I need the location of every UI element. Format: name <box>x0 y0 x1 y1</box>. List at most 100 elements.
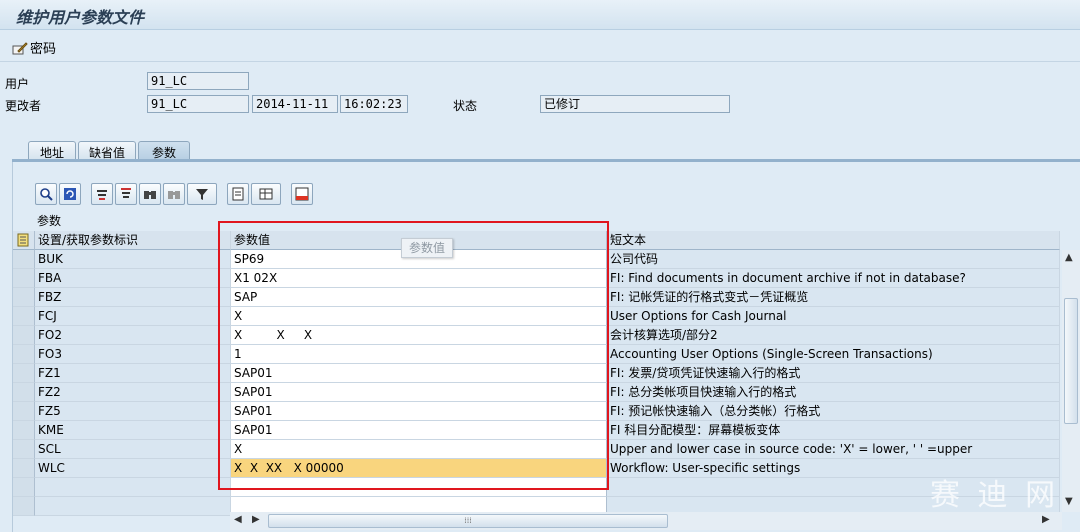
parameter-value-cell[interactable]: X X X <box>231 326 607 345</box>
row-selector[interactable] <box>13 459 35 478</box>
parameter-value-cell[interactable]: SAP01 <box>231 383 607 402</box>
table-row[interactable] <box>13 478 1060 497</box>
refresh-icon <box>64 188 76 200</box>
parameter-value-cell[interactable]: X1 02X <box>231 269 607 288</box>
horizontal-scroll-thumb[interactable]: ⁞⁞⁞ <box>268 514 668 528</box>
short-text-cell[interactable]: 会计核算选项/部分2 <box>607 326 1060 345</box>
user-field[interactable]: 91_LC <box>147 72 249 90</box>
row-selector[interactable] <box>13 497 35 516</box>
password-button[interactable]: 密码 <box>12 38 56 57</box>
select-all-icon <box>17 233 29 247</box>
find-button[interactable] <box>139 183 161 205</box>
column-header-short-text[interactable]: 短文本 <box>607 231 1060 250</box>
parameter-id-cell[interactable]: FCJ <box>35 307 231 326</box>
short-text-cell[interactable]: Upper and lower case in source code: 'X'… <box>607 440 1060 459</box>
sort-descending-button[interactable] <box>115 183 137 205</box>
table-row[interactable]: KME SAP01 FI 科目分配模型：屏幕模板变体 <box>13 421 1060 440</box>
tab-defaults[interactable]: 缺省值 <box>78 141 136 160</box>
scroll-left-icon[interactable]: ◀ <box>234 514 242 525</box>
parameter-id-cell[interactable]: FO3 <box>35 345 231 364</box>
parameter-value-cell[interactable]: SAP01 <box>231 421 607 440</box>
sort-ascending-button[interactable] <box>91 183 113 205</box>
export-button[interactable] <box>291 183 313 205</box>
short-text-cell[interactable]: FI: Find documents in document archive i… <box>607 269 1060 288</box>
parameter-value-cell[interactable] <box>231 478 607 497</box>
column-header-parameter-id[interactable]: 设置/获取参数标识 <box>35 231 231 250</box>
parameter-id-cell[interactable]: FZ1 <box>35 364 231 383</box>
scroll-down-icon[interactable]: ▼ <box>1065 496 1073 507</box>
short-text-cell[interactable]: User Options for Cash Journal <box>607 307 1060 326</box>
parameter-id-cell[interactable]: FO2 <box>35 326 231 345</box>
title-bar: 维护用户参数文件 <box>0 0 1080 30</box>
scroll-right-step-icon[interactable]: ▶ <box>252 514 260 525</box>
table-row[interactable]: FZ5 SAP01 FI: 预记帐快速输入（总分类帐）行格式 <box>13 402 1060 421</box>
vertical-scroll-thumb[interactable] <box>1064 298 1078 424</box>
row-selector[interactable] <box>13 364 35 383</box>
tab-parameters[interactable]: 参数 <box>138 141 190 160</box>
details-button[interactable] <box>35 183 57 205</box>
pencil-icon <box>12 41 28 54</box>
row-selector[interactable] <box>13 383 35 402</box>
row-selector[interactable] <box>13 269 35 288</box>
scroll-right-icon[interactable]: ▶ <box>1042 514 1050 525</box>
scroll-up-icon[interactable]: ▲ <box>1065 252 1073 263</box>
table-row[interactable]: FBA X1 02X FI: Find documents in document … <box>13 269 1060 288</box>
table-row[interactable]: FCJ X User Options for Cash Journal <box>13 307 1060 326</box>
table-row[interactable]: FO2 X X X 会计核算选项/部分2 <box>13 326 1060 345</box>
table-row[interactable]: SCL X Upper and lower case in source code:… <box>13 440 1060 459</box>
select-all-button[interactable] <box>13 231 35 250</box>
parameter-id-cell[interactable]: FBA <box>35 269 231 288</box>
short-text-cell[interactable]: FI: 发票/贷项凭证快速输入行的格式 <box>607 364 1060 383</box>
row-selector[interactable] <box>13 402 35 421</box>
row-selector[interactable] <box>13 250 35 269</box>
short-text-cell[interactable]: FI 科目分配模型：屏幕模板变体 <box>607 421 1060 440</box>
parameter-value-cell[interactable]: X X XX X 00000 <box>231 459 607 478</box>
parameter-value-cell[interactable]: SAP01 <box>231 402 607 421</box>
parameter-id-cell[interactable]: BUK <box>35 250 231 269</box>
row-selector[interactable] <box>13 478 35 497</box>
row-selector[interactable] <box>13 288 35 307</box>
parameter-id-cell[interactable] <box>35 478 231 497</box>
layout-button[interactable] <box>251 183 281 205</box>
table-row[interactable]: BUK SP69 公司代码 <box>13 250 1060 269</box>
short-text-cell[interactable]: 公司代码 <box>607 250 1060 269</box>
row-selector[interactable] <box>13 440 35 459</box>
tab-address[interactable]: 地址 <box>28 141 76 160</box>
parameter-id-cell[interactable]: FBZ <box>35 288 231 307</box>
row-selector[interactable] <box>13 307 35 326</box>
changed-date-field: 2014-11-11 <box>252 95 338 113</box>
parameter-id-cell[interactable]: WLC <box>35 459 231 478</box>
parameter-value-cell[interactable]: SAP01 <box>231 364 607 383</box>
vertical-scrollbar[interactable]: ▲ ▼ <box>1062 250 1080 512</box>
sort-ascending-icon <box>97 190 107 200</box>
watermark: 赛 迪 网 <box>930 478 1060 513</box>
parameter-value-cell[interactable]: SAP <box>231 288 607 307</box>
row-selector[interactable] <box>13 326 35 345</box>
status-label: 状态 <box>453 99 478 113</box>
horizontal-scrollbar[interactable]: ◀ ▶ ⁞⁞⁞ ▶ <box>230 512 1062 530</box>
filter-icon <box>196 189 208 200</box>
parameter-id-cell[interactable]: FZ5 <box>35 402 231 421</box>
parameter-value-cell[interactable]: X <box>231 440 607 459</box>
table-row[interactable]: FZ2 SAP01 FI: 总分类帐项目快速输入行的格式 <box>13 383 1060 402</box>
row-selector[interactable] <box>13 345 35 364</box>
short-text-cell[interactable]: FI: 记帐凭证的行格式变式－凭证概览 <box>607 288 1060 307</box>
row-selector[interactable] <box>13 421 35 440</box>
table-row[interactable]: WLC X X XX X 00000 Workflow: User-specific… <box>13 459 1060 478</box>
parameter-value-cell[interactable]: X <box>231 307 607 326</box>
table-row[interactable]: FO3 1 Accounting User Options (Single-Scre… <box>13 345 1060 364</box>
refresh-button[interactable] <box>59 183 81 205</box>
parameter-id-cell[interactable]: FZ2 <box>35 383 231 402</box>
short-text-cell[interactable]: FI: 预记帐快速输入（总分类帐）行格式 <box>607 402 1060 421</box>
table-row[interactable]: FZ1 SAP01 FI: 发票/贷项凭证快速输入行的格式 <box>13 364 1060 383</box>
short-text-cell[interactable]: FI: 总分类帐项目快速输入行的格式 <box>607 383 1060 402</box>
parameter-id-cell[interactable] <box>35 497 231 516</box>
short-text-cell[interactable]: Accounting User Options (Single-Screen T… <box>607 345 1060 364</box>
parameter-id-cell[interactable]: KME <box>35 421 231 440</box>
filter-button[interactable] <box>187 183 217 205</box>
table-row[interactable]: FBZ SAP FI: 记帐凭证的行格式变式－凭证概览 <box>13 288 1060 307</box>
print-preview-button[interactable] <box>227 183 249 205</box>
find-next-button[interactable] <box>163 183 185 205</box>
parameter-id-cell[interactable]: SCL <box>35 440 231 459</box>
parameter-value-cell[interactable]: 1 <box>231 345 607 364</box>
